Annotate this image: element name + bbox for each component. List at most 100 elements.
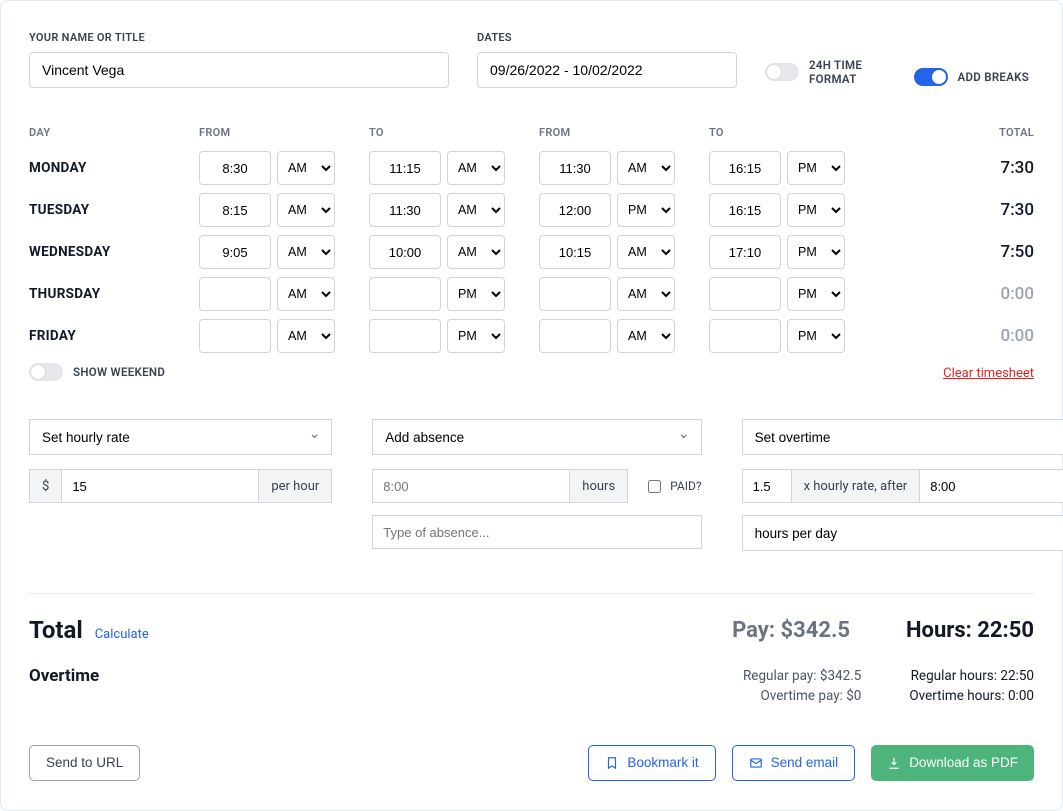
ampm-select[interactable]: PM — [787, 319, 845, 353]
total-hours: Hours: 22:50 — [906, 618, 1034, 643]
overtime-after-input[interactable] — [920, 469, 1063, 503]
time-input[interactable] — [199, 277, 271, 311]
download-icon — [887, 756, 901, 770]
ampm-select[interactable]: AM — [277, 235, 335, 269]
table-row: TUESDAY AM AM PM PM 7:30 — [29, 193, 1034, 227]
table-row: THURSDAYAMPMAMPM0:00 — [29, 277, 1034, 311]
ampm-select[interactable]: AM — [617, 277, 675, 311]
ampm-select[interactable]: AM — [447, 151, 505, 185]
row-total: 0:00 — [879, 326, 1034, 346]
send-email-button[interactable]: Send email — [732, 745, 856, 781]
col-from: FROM — [199, 126, 369, 139]
time-input[interactable] — [539, 277, 611, 311]
overtime-hours-text: Overtime hours: 0:00 — [909, 686, 1034, 706]
col-total: TOTAL — [879, 126, 1034, 139]
row-total: 7:30 — [879, 200, 1034, 220]
time-input[interactable] — [199, 235, 271, 269]
regular-hours-text: Regular hours: 22:50 — [909, 666, 1034, 686]
ampm-select[interactable]: AM — [277, 319, 335, 353]
time-input[interactable] — [369, 277, 441, 311]
toggle-24h-label: 24H TIME FORMAT — [809, 58, 886, 86]
ampm-select[interactable]: AM — [277, 277, 335, 311]
time-input[interactable] — [709, 277, 781, 311]
ampm-select[interactable]: AM — [277, 193, 335, 227]
time-input[interactable] — [709, 319, 781, 353]
currency-prefix: $ — [29, 469, 62, 503]
calculate-link[interactable]: Calculate — [95, 627, 149, 642]
toggle-show-weekend[interactable] — [29, 363, 63, 381]
row-total: 7:50 — [879, 242, 1034, 262]
time-input[interactable] — [369, 193, 441, 227]
ampm-select[interactable]: AM — [617, 235, 675, 269]
time-input[interactable] — [709, 235, 781, 269]
ampm-select[interactable]: PM — [447, 277, 505, 311]
ampm-select[interactable]: PM — [447, 319, 505, 353]
day-label: MONDAY — [29, 160, 199, 176]
paid-label: PAID? — [670, 479, 701, 493]
absence-hours-suffix: hours — [570, 469, 628, 503]
ampm-select[interactable]: AM — [277, 151, 335, 185]
row-total: 7:30 — [879, 158, 1034, 178]
download-pdf-button[interactable]: Download as PDF — [871, 745, 1034, 781]
col-to: TO — [369, 126, 539, 139]
time-input[interactable] — [369, 319, 441, 353]
total-pay: Pay: $342.5 — [732, 618, 850, 643]
time-input[interactable] — [539, 193, 611, 227]
dates-label: DATES — [477, 31, 737, 44]
ampm-select[interactable]: AM — [617, 319, 675, 353]
time-input[interactable] — [199, 319, 271, 353]
overtime-select[interactable]: Set overtime — [742, 419, 1063, 455]
time-input[interactable] — [709, 193, 781, 227]
overtime-mid-label: x hourly rate, after — [792, 469, 921, 503]
ampm-select[interactable]: PM — [617, 193, 675, 227]
dates-field[interactable] — [477, 52, 737, 88]
absence-hours-input[interactable] — [372, 469, 570, 503]
time-input[interactable] — [369, 235, 441, 269]
toggle-add-breaks[interactable] — [914, 68, 948, 86]
time-input[interactable] — [199, 193, 271, 227]
hourly-rate-suffix: per hour — [259, 469, 332, 503]
ampm-select[interactable]: AM — [447, 193, 505, 227]
overtime-pay-text: Overtime pay: $0 — [743, 686, 861, 706]
bookmark-icon — [605, 756, 619, 770]
ampm-select[interactable]: PM — [787, 277, 845, 311]
day-label: THURSDAY — [29, 286, 199, 302]
name-field[interactable] — [29, 52, 449, 88]
absence-type-input[interactable] — [372, 515, 701, 549]
ampm-select[interactable]: PM — [787, 193, 845, 227]
time-input[interactable] — [539, 151, 611, 185]
time-input[interactable] — [539, 235, 611, 269]
toggle-24h[interactable] — [765, 63, 799, 81]
regular-pay-text: Regular pay: $342.5 — [743, 666, 861, 686]
overtime-unit-select[interactable]: hours per day — [742, 515, 1063, 551]
time-input[interactable] — [369, 151, 441, 185]
table-row: WEDNESDAY AM AM AM PM 7:50 — [29, 235, 1034, 269]
total-heading: Total — [29, 616, 83, 644]
overtime-mult-input[interactable] — [742, 469, 792, 503]
day-label: FRIDAY — [29, 328, 199, 344]
show-weekend-label: SHOW WEEKEND — [73, 365, 165, 379]
add-absence-select[interactable]: Add absence — [372, 419, 701, 455]
table-row: FRIDAY AM PM AM PM 0:00 — [29, 319, 1034, 353]
name-label: YOUR NAME OR TITLE — [29, 31, 449, 44]
col-to2: TO — [709, 126, 879, 139]
ampm-select[interactable]: AM — [617, 151, 675, 185]
toggle-add-breaks-label: ADD BREAKS — [958, 70, 1030, 84]
col-from2: FROM — [539, 126, 709, 139]
day-label: TUESDAY — [29, 202, 199, 218]
ampm-select[interactable]: PM — [787, 151, 845, 185]
bookmark-button[interactable]: Bookmark it — [588, 745, 715, 781]
time-input[interactable] — [199, 151, 271, 185]
send-to-url-button[interactable]: Send to URL — [29, 745, 140, 781]
time-input[interactable] — [539, 319, 611, 353]
hourly-rate-select[interactable]: Set hourly rate — [29, 419, 332, 455]
col-day: DAY — [29, 126, 199, 139]
paid-checkbox[interactable] — [648, 480, 661, 493]
day-label: WEDNESDAY — [29, 244, 199, 260]
clear-timesheet-link[interactable]: Clear timesheet — [943, 366, 1034, 381]
ampm-select[interactable]: AM — [447, 235, 505, 269]
hourly-rate-input[interactable] — [62, 469, 259, 503]
ampm-select[interactable]: PM — [787, 235, 845, 269]
email-icon — [749, 756, 763, 770]
time-input[interactable] — [709, 151, 781, 185]
